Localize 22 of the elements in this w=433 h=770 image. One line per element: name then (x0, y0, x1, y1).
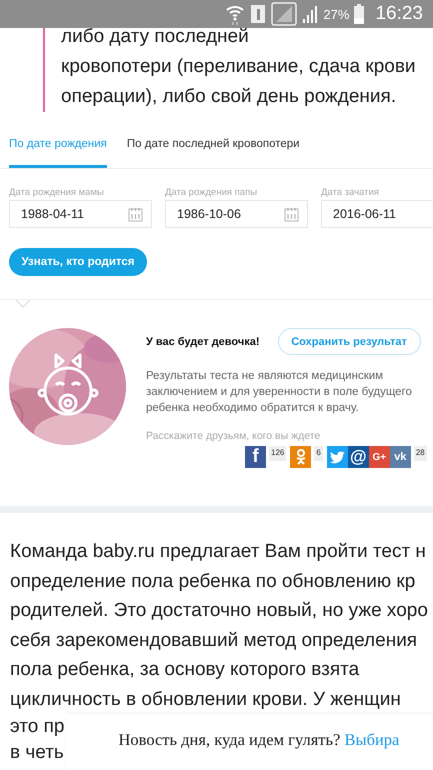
date-field[interactable]: 1988-04-11 (9, 200, 152, 228)
share-count: 126 (269, 446, 286, 461)
vk-button[interactable]: vk (390, 446, 411, 468)
disclaimer-text: Результаты теста не являются медицинским заключением и для уверенности в поле будущего ребенка необходимо обратится к врачу. (146, 369, 413, 416)
share-label: Расскажите друзьям, кого вы ждете (146, 430, 322, 442)
news-teaser: Новость дня, куда идем гулять? Выбира (118, 730, 400, 750)
share-count: 6 (314, 446, 323, 461)
share-count: 28 (414, 446, 427, 461)
quote-text: либо дату последней кровопотери (переливание, сдача крови операции), либо свой день рождения. (61, 25, 417, 109)
date-field[interactable]: 2016-06-11 (321, 200, 433, 228)
article-text-fragment: это пр в четь (10, 715, 66, 765)
clock-time: 16:23 (375, 3, 423, 25)
result-title: У вас будет девочка! (146, 336, 260, 348)
field-label: Дата рождения папы (165, 187, 258, 200)
field-label: Дата рождения мамы (9, 187, 105, 200)
date-field[interactable]: 1986-10-06 (165, 200, 308, 228)
field-label: Дата зачатия (321, 187, 380, 200)
mail-button[interactable]: @ (348, 446, 369, 468)
tab[interactable]: По дате последней кровопотери (126, 122, 300, 168)
facebook-button[interactable]: f (245, 446, 266, 468)
battery-percent: 27% (323, 6, 350, 22)
google-plus-button[interactable]: G+ (368, 446, 390, 468)
